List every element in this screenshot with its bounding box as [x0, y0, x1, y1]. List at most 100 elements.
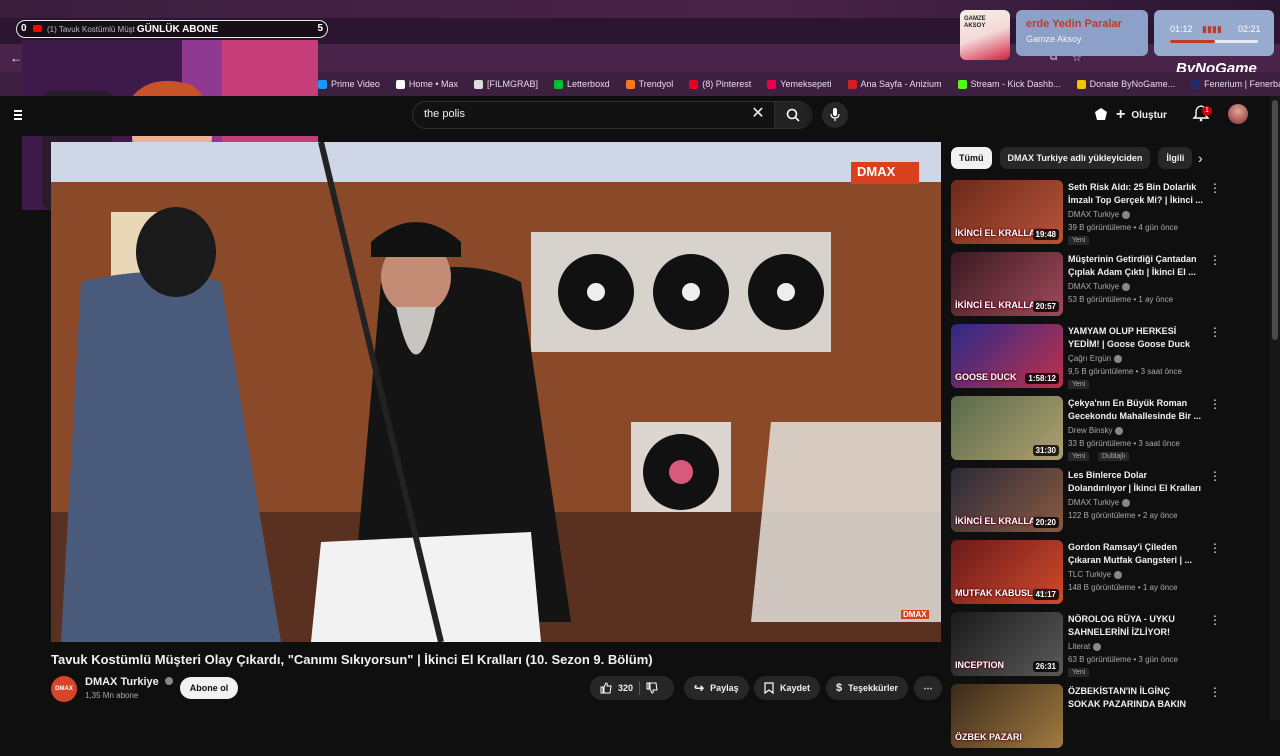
recommendation-title[interactable]: NÖROLOG RÜYA - UYKU SAHNELERİNİ İZLİYOR! [1068, 613, 1204, 639]
more-vertical-icon[interactable]: ⋮ [1209, 254, 1221, 268]
more-vertical-icon[interactable]: ⋮ [1209, 470, 1221, 484]
save-button[interactable]: Kaydet [754, 676, 821, 700]
new-badge: Yeni [1068, 452, 1090, 461]
filter-chip[interactable]: İlgili [1158, 147, 1193, 169]
scrollbar-thumb[interactable] [1272, 100, 1278, 340]
video-thumbnail[interactable]: İKİNCİ EL KRALLARI 20:57 [951, 252, 1063, 316]
album-art: GAMZE AKSOY [960, 10, 1010, 60]
more-vertical-icon[interactable]: ⋮ [1209, 182, 1221, 196]
bookmark-item[interactable]: [FILMGRAB] [474, 79, 538, 89]
bookmark-favicon-icon [625, 79, 635, 89]
menu-icon[interactable] [14, 110, 22, 120]
recommendation-item[interactable]: İKİNCİ EL KRALLARI 20:57 Müşterinin Getird… [951, 252, 1226, 324]
bookmark-item[interactable]: (8) Pinterest [689, 79, 751, 89]
more-vertical-icon[interactable]: ⋮ [1209, 326, 1221, 340]
clear-search-icon[interactable]: ✕ [748, 104, 768, 124]
recommendation-channel[interactable]: Literat [1068, 642, 1102, 651]
filter-chip[interactable]: Tümü [951, 147, 992, 169]
corner-watermark: DMAX [901, 610, 929, 619]
recommendation-item[interactable]: GOOSE DUCK 1:58:12 YAMYAM OLUP HERKESİ YED… [951, 324, 1226, 396]
recommendation-channel[interactable]: Drew Binsky [1068, 426, 1124, 435]
bookmark-favicon-icon [767, 79, 777, 89]
recommendation-item[interactable]: İKİNCİ EL KRALLARI 19:48 Seth Risk Aldı: 2… [951, 180, 1226, 252]
video-thumbnail[interactable]: MUTFAK KABUSLARI 41:17 [951, 540, 1063, 604]
recommendation-meta: 39 B görüntüleme • 4 gün önce [1068, 223, 1178, 232]
channel-name[interactable]: DMAX Turkiye [85, 676, 173, 688]
bookmark-item[interactable]: Yemeksepeti [767, 79, 832, 89]
more-vertical-icon[interactable]: ⋮ [1209, 542, 1221, 556]
bookmark-item[interactable]: Home • Max [395, 79, 458, 89]
like-button[interactable]: 320 [600, 682, 633, 694]
bookmark-label: Trendyol [638, 79, 674, 89]
search-input[interactable]: the polis [424, 108, 465, 120]
search-icon [786, 108, 800, 122]
thanks-button[interactable]: $ Teşekkürler [826, 676, 908, 700]
recommendation-title[interactable]: Müşterinin Getirdiği Çantadan Çıplak Ada… [1068, 253, 1204, 279]
recommendation-channel[interactable]: DMAX Turkiye [1068, 498, 1131, 507]
bookmark-item[interactable]: Ana Sayfa - Anizium [847, 79, 942, 89]
video-player[interactable]: DMAX DMAX [51, 142, 941, 642]
duration-badge: 1:58:12 [1025, 373, 1059, 384]
filter-chips: Tümü DMAX Turkiye adlı yükleyiciden İlgili [951, 147, 1193, 169]
thumbs-down-icon[interactable] [646, 682, 658, 694]
bookmark-item[interactable]: Fenerium | Fenerba... [1191, 79, 1280, 89]
bookmark-item[interactable]: Trendyol [625, 79, 674, 89]
recommendation-title[interactable]: Seth Risk Aldı: 25 Bin Dolarlık İmzalı T… [1068, 181, 1204, 207]
recommendation-item[interactable]: İKİNCİ EL KRALLARI 20:20 Les Binlerce Dola… [951, 468, 1226, 540]
playback-progress-fill [1170, 40, 1215, 43]
video-thumbnail[interactable]: GOOSE DUCK 1:58:12 [951, 324, 1063, 388]
bookmark-item[interactable]: Prime Video [318, 79, 380, 89]
recommendation-title[interactable]: Les Binlerce Dolar Dolandırılıyor | İkin… [1068, 469, 1204, 495]
video-thumbnail[interactable]: 31:30 [951, 396, 1063, 460]
recommendation-channel[interactable]: DMAX Turkiye [1068, 210, 1131, 219]
recommendation-meta: 122 B görüntüleme • 2 ay önce [1068, 511, 1178, 520]
recommendation-item[interactable]: 31:30 Çekya'nın En Büyük Roman Gecekondu … [951, 396, 1226, 468]
recommendation-channel-name: TLC Turkiye [1068, 570, 1112, 579]
thumbnail-text: İKİNCİ EL KRALLARI [955, 228, 1045, 238]
recommendation-title[interactable]: Çekya'nın En Büyük Roman Gecekondu Mahal… [1068, 397, 1204, 423]
thumbnail-text: INCEPTION [955, 660, 1005, 670]
search-button[interactable] [774, 102, 810, 128]
track-artist: Gamze Aksoy [1026, 34, 1082, 44]
duration-badge: 20:20 [1032, 517, 1059, 528]
recommendation-title[interactable]: ÖZBEKİSTAN'IN İLGİNÇ SOKAK PAZARINDA BAK… [1068, 685, 1204, 711]
chevron-right-icon[interactable]: › [1198, 150, 1203, 166]
voice-search-button[interactable] [822, 102, 848, 128]
bookmark-item[interactable]: Stream - Kick Dashb... [957, 79, 1061, 89]
bookmark-item[interactable]: Donate ByNoGame... [1076, 79, 1175, 89]
more-vertical-icon[interactable]: ⋮ [1209, 614, 1221, 628]
share-button[interactable]: ↪ Paylaş [684, 676, 749, 700]
recommendation-channel[interactable]: DMAX Turkiye [1068, 282, 1131, 291]
premium-icon[interactable] [1093, 107, 1109, 123]
waveform-icon: ▮▮▮▮ [1202, 24, 1222, 34]
more-actions-button[interactable]: ⋯ [914, 676, 942, 700]
bookmark-favicon-icon [318, 79, 327, 89]
filter-chip[interactable]: DMAX Turkiye adlı yükleyiciden [999, 147, 1151, 169]
channel-avatar[interactable]: DMAX [51, 676, 77, 702]
subscribe-button[interactable]: Abone ol [180, 677, 238, 699]
recommendation-title[interactable]: Gordon Ramsay'i Çileden Çıkaran Mutfak G… [1068, 541, 1204, 567]
video-thumbnail[interactable]: İKİNCİ EL KRALLARI 19:48 [951, 180, 1063, 244]
create-button[interactable]: + Oluştur [1116, 104, 1167, 126]
recommendation-channel-name: DMAX Turkiye [1068, 210, 1120, 219]
bookmark-label: Ana Sayfa - Anizium [860, 79, 942, 89]
bookmark-label: (8) Pinterest [702, 79, 752, 89]
recommendation-channel[interactable]: Çağrı Ergün [1068, 354, 1123, 363]
recommendation-channel[interactable]: TLC Turkiye [1068, 570, 1123, 579]
more-vertical-icon[interactable]: ⋮ [1209, 398, 1221, 412]
recommendation-item[interactable]: ÖZBEK PAZARI ÖZBEKİSTAN'IN İLGİNÇ SOKAK P… [951, 684, 1226, 756]
thanks-label: Teşekkürler [848, 683, 898, 693]
track-title: erde Yedin Paralar [1026, 18, 1122, 30]
recommendation-title[interactable]: YAMYAM OLUP HERKESİ YEDİM! | Goose Goose… [1068, 325, 1204, 351]
recommendation-item[interactable]: MUTFAK KABUSLARI 41:17 Gordon Ramsay'i Çil… [951, 540, 1226, 612]
bookmark-label: Prime Video [331, 79, 380, 89]
video-thumbnail[interactable]: ÖZBEK PAZARI [951, 684, 1063, 748]
account-avatar[interactable] [1228, 104, 1248, 124]
recommendation-item[interactable]: INCEPTION 26:31 NÖROLOG RÜYA - UYKU SAHNEL… [951, 612, 1226, 684]
verified-icon [1115, 426, 1124, 435]
video-thumbnail[interactable]: INCEPTION 26:31 [951, 612, 1063, 676]
video-thumbnail[interactable]: İKİNCİ EL KRALLARI 20:20 [951, 468, 1063, 532]
bookmark-item[interactable]: Letterboxd [554, 79, 610, 89]
back-icon[interactable]: ← [10, 51, 22, 65]
more-vertical-icon[interactable]: ⋮ [1209, 686, 1221, 700]
